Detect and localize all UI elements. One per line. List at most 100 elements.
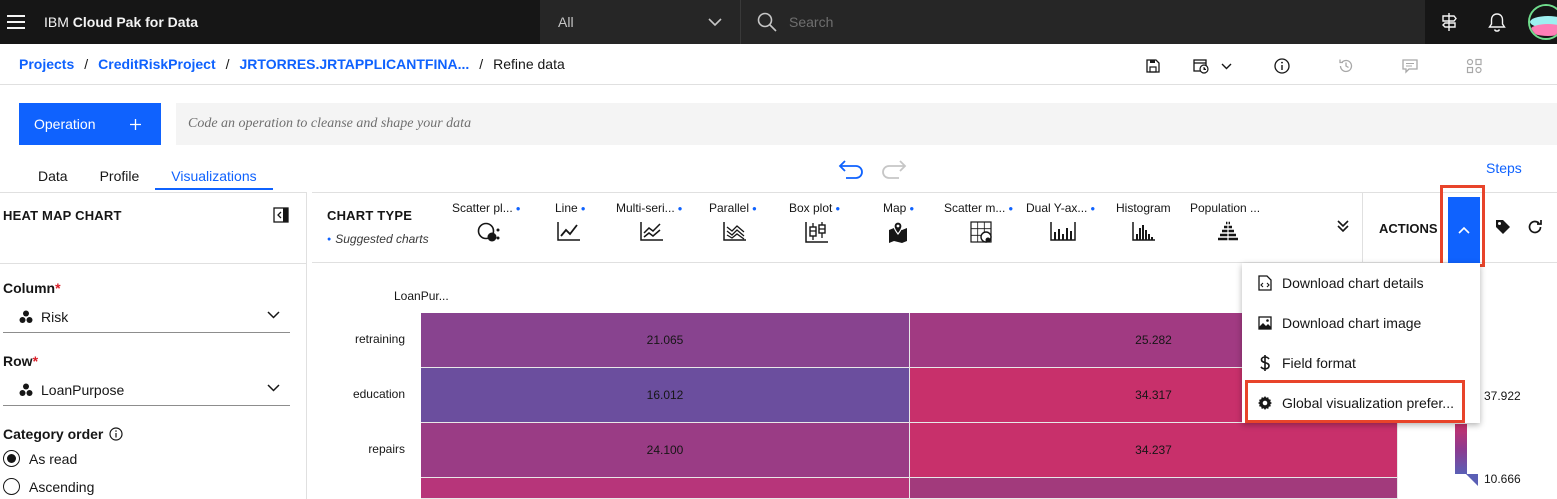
history-icon[interactable]: [1335, 52, 1357, 80]
operation-button[interactable]: Operation: [19, 103, 161, 145]
user-avatar[interactable]: [1528, 4, 1557, 40]
notification-icon[interactable]: [1475, 0, 1519, 44]
legend-max-label: 37.922: [1484, 389, 1521, 403]
chart-type-name: Line: [555, 201, 578, 215]
undo-icon[interactable]: [838, 160, 864, 185]
chart-type-parallel[interactable]: Parallel ●: [709, 201, 789, 241]
box-plot-icon: [805, 222, 828, 243]
heatmap-legend-bar: [1455, 424, 1467, 474]
info-icon[interactable]: [1271, 52, 1293, 80]
radio-label: Ascending: [29, 478, 95, 495]
menu-item-label: Download chart image: [1282, 315, 1422, 331]
save-icon[interactable]: [1142, 52, 1164, 80]
breadcrumb-project[interactable]: CreditRiskProject: [98, 56, 215, 72]
chart-type-label: Histogram: [1116, 201, 1196, 215]
tab-profile[interactable]: Profile: [84, 162, 156, 190]
category-order-text: Category order: [3, 426, 104, 442]
categorical-field-icon: [19, 310, 33, 323]
breadcrumb-asset[interactable]: JRTORRES.JRTAPPLICANTFINA...: [240, 56, 470, 72]
chart-type-multi-series[interactable]: Multi-seri... ●: [616, 201, 696, 241]
scope-dropdown[interactable]: All: [540, 0, 740, 44]
chevron-down-icon: [267, 311, 280, 319]
row-select[interactable]: LoanPurpose: [3, 374, 290, 406]
chart-type-name: Scatter m...: [944, 201, 1006, 215]
column-select[interactable]: Risk: [3, 301, 290, 333]
chart-type-scatter[interactable]: Scatter pl... ●: [452, 201, 532, 243]
heatmap-row-label: retraining: [354, 332, 405, 346]
chart-type-name: Map: [883, 201, 907, 215]
brand-name[interactable]: IBM Cloud Pak for Data: [44, 14, 198, 30]
categorical-field-icon: [19, 383, 33, 396]
search-input[interactable]: Search: [789, 14, 833, 30]
redo-icon[interactable]: [881, 160, 907, 185]
row-label-text: Row: [3, 353, 33, 369]
heatmap-cell[interactable]: 21.065: [421, 313, 910, 368]
heatmap-cell[interactable]: 34.237: [910, 423, 1398, 478]
dollar-icon: [1260, 355, 1270, 371]
tab-visualizations[interactable]: Visualizations: [155, 162, 273, 190]
actions-divider: [1362, 193, 1363, 263]
suggested-dot: ●: [1008, 204, 1014, 214]
breadcrumb: Projects / CreditRiskProject / JRTORRES.…: [0, 44, 1557, 85]
menu-item-field-format[interactable]: Field format: [1242, 343, 1480, 383]
scatter-icon: [477, 222, 500, 242]
menu-item-download-chart-image[interactable]: Download chart image: [1242, 303, 1480, 343]
schedule-job-dropdown[interactable]: [1190, 52, 1234, 80]
radio-button[interactable]: [3, 450, 20, 467]
breadcrumb-separator: /: [84, 56, 89, 72]
refresh-icon[interactable]: [1527, 219, 1543, 240]
brand-product: Cloud Pak for Data: [72, 14, 199, 30]
settings-panel-icon[interactable]: [1463, 52, 1485, 80]
steps-link[interactable]: Steps: [1486, 160, 1522, 176]
population-pyramid-icon: [1218, 221, 1238, 241]
dual-y-axis-icon: [1050, 222, 1076, 241]
heatmap-cell[interactable]: 24.100: [421, 423, 910, 478]
column-value: Risk: [41, 308, 69, 325]
category-order-label: Category order: [3, 426, 123, 442]
column-label: Column*: [3, 280, 61, 296]
code-file-icon: [1258, 275, 1272, 291]
actions-label: ACTIONS: [1379, 221, 1438, 236]
chart-type-name: Scatter pl...: [452, 201, 513, 215]
column-label-text: Column: [3, 280, 56, 296]
chart-type-population-pyramid[interactable]: Population ...: [1190, 201, 1270, 241]
collapse-panel-icon[interactable]: [273, 207, 289, 228]
add-icon: [130, 118, 141, 130]
expand-chart-types-icon[interactable]: [1336, 219, 1350, 238]
signpost-icon[interactable]: [1427, 0, 1471, 44]
heatmap-cell[interactable]: 16.012: [421, 368, 910, 423]
chart-type-histogram[interactable]: Histogram: [1116, 201, 1196, 241]
chart-type-label: Multi-seri... ●: [616, 201, 696, 215]
histogram-icon: [1132, 222, 1155, 241]
radio-ascending[interactable]: Ascending: [3, 478, 94, 495]
menu-item-label: Download chart details: [1282, 275, 1424, 291]
radio-button[interactable]: [3, 478, 20, 495]
view-tabs: Data Profile Visualizations: [22, 162, 273, 190]
comment-icon[interactable]: [1399, 52, 1421, 80]
chart-type-name: Population ...: [1190, 201, 1261, 215]
tab-data[interactable]: Data: [22, 162, 84, 190]
required-marker: *: [32, 353, 39, 369]
menu-item-download-chart-details[interactable]: Download chart details: [1242, 263, 1480, 303]
operation-code-input[interactable]: Code an operation to cleanse and shape y…: [176, 103, 1557, 145]
scatter-matrix-icon: [970, 221, 992, 243]
chart-type-dual-y-axis[interactable]: Dual Y-ax... ●: [1026, 201, 1106, 241]
breadcrumb-separator: /: [225, 56, 230, 72]
chart-type-box-plot[interactable]: Box plot ●: [789, 201, 869, 243]
suggested-dot: ●: [835, 204, 841, 214]
menu-item-label: Field format: [1282, 355, 1356, 371]
tag-icon[interactable]: [1495, 219, 1511, 240]
line-icon: [557, 222, 580, 241]
required-marker: *: [55, 280, 61, 296]
operation-button-label: Operation: [34, 116, 96, 132]
chart-type-scatter-matrix[interactable]: Scatter m... ●: [944, 201, 1024, 245]
chart-type-label: Scatter pl... ●: [452, 201, 532, 215]
search-icon: [757, 12, 777, 32]
hamburger-menu-icon[interactable]: [4, 0, 28, 44]
multi-series-icon: [640, 222, 663, 241]
radio-as-read[interactable]: As read: [3, 450, 77, 467]
info-icon[interactable]: [109, 427, 123, 441]
heatmap-cell-partial: [421, 478, 910, 499]
breadcrumb-projects[interactable]: Projects: [19, 56, 74, 72]
global-search[interactable]: Search: [740, 0, 1425, 44]
